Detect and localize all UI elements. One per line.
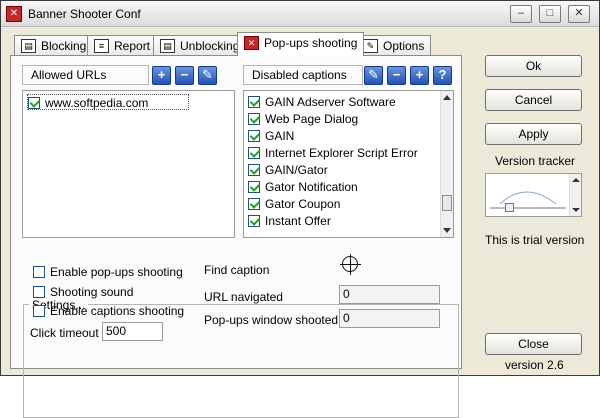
enable-popups-label: Enable pop-ups shooting — [50, 265, 183, 279]
shooting-sound-checkbox[interactable] — [33, 286, 45, 298]
list-item[interactable]: Web Page Dialog — [248, 111, 358, 127]
tab-report[interactable]: ≡ Report — [87, 35, 158, 56]
report-icon: ≡ — [94, 39, 109, 53]
list-item-label: Gator Notification — [265, 180, 358, 194]
list-item[interactable]: www.softpedia.com — [27, 94, 190, 110]
tab-options[interactable]: ✎ Options — [356, 35, 432, 56]
click-timeout-label: Click timeout — [30, 326, 99, 340]
enable-captions-label: Enable captions shooting — [50, 304, 185, 318]
list-item-checkbox[interactable] — [28, 97, 40, 109]
scroll-up-icon[interactable] — [572, 178, 580, 182]
window-title: Banner Shooter Conf — [28, 7, 141, 21]
list-item-checkbox[interactable] — [248, 215, 260, 227]
tracker-slider-thumb[interactable] — [505, 203, 514, 212]
list-item-checkbox[interactable] — [248, 198, 260, 210]
scroll-thumb[interactable] — [442, 195, 452, 211]
shooting-sound-label: Shooting sound — [50, 285, 134, 299]
disabled-captions-title: Disabled captions — [243, 65, 363, 85]
close-window-button[interactable]: ✕ — [568, 5, 590, 23]
list-item-checkbox[interactable] — [248, 147, 260, 159]
blocking-icon: ▤ — [21, 39, 36, 53]
remove-caption-button[interactable]: − — [387, 66, 406, 85]
title-bar: ✕ Banner Shooter Conf – □ ✕ — [1, 1, 599, 27]
add-caption-button[interactable]: + — [410, 66, 429, 85]
maximize-button[interactable]: □ — [539, 5, 561, 23]
version-text: version 2.6 — [505, 358, 564, 372]
list-item-checkbox[interactable] — [248, 113, 260, 125]
scroll-up-icon[interactable] — [443, 95, 451, 100]
options-icon: ✎ — [363, 39, 378, 53]
captions-scrollbar[interactable] — [440, 91, 453, 237]
list-item-label: GAIN/Gator — [265, 163, 328, 177]
popups-shot-label: Pop-ups window shooted — [204, 313, 339, 327]
allowed-urls-list[interactable]: www.softpedia.com — [22, 90, 235, 238]
tracker-scrollbar[interactable] — [569, 174, 581, 216]
list-item[interactable]: Instant Offer — [248, 213, 331, 229]
list-item-label: Gator Coupon — [265, 197, 341, 211]
list-item-label: Instant Offer — [265, 214, 331, 228]
trial-text: This is trial version — [485, 233, 585, 247]
help-button[interactable]: ? — [433, 66, 452, 85]
apply-button[interactable]: Apply — [485, 123, 582, 145]
popups-shot-field: 0 — [339, 309, 440, 328]
find-caption-label: Find caption — [204, 263, 270, 277]
crosshair-icon[interactable] — [340, 254, 361, 275]
shooting-sound-option[interactable]: Shooting sound — [33, 285, 133, 299]
tab-label: Report — [114, 39, 151, 53]
unblocking-icon: ▤ — [160, 39, 175, 53]
enable-captions-option[interactable]: Enable captions shooting — [33, 304, 184, 318]
list-item-label: GAIN — [265, 129, 295, 143]
list-item-checkbox[interactable] — [248, 164, 260, 176]
tab-panel: Allowed URLs + − ✎ www.softpedia.com Dis… — [10, 55, 462, 418]
remove-url-button[interactable]: − — [175, 66, 194, 85]
list-item[interactable]: Gator Notification — [248, 179, 358, 195]
version-tracker-label: Version tracker — [495, 154, 576, 168]
tab-label: Options — [383, 39, 425, 53]
list-item-label: www.softpedia.com — [45, 96, 149, 110]
list-item-label: Internet Explorer Script Error — [265, 146, 418, 160]
minimize-button[interactable]: – — [510, 5, 532, 23]
app-icon: ✕ — [6, 6, 22, 22]
url-navigated-field: 0 — [339, 285, 440, 304]
tab-label: Blocking — [41, 39, 87, 53]
list-item-checkbox[interactable] — [248, 96, 260, 108]
enable-popups-checkbox[interactable] — [33, 266, 45, 278]
list-item[interactable]: GAIN/Gator — [248, 162, 328, 178]
list-item[interactable]: GAIN Adserver Software — [248, 94, 396, 110]
close-button[interactable]: Close — [485, 333, 582, 355]
click-timeout-input[interactable]: 500 — [102, 322, 163, 341]
cancel-button[interactable]: Cancel — [485, 89, 582, 111]
ok-button[interactable]: Ok — [485, 55, 582, 77]
list-item[interactable]: Gator Coupon — [248, 196, 340, 212]
scroll-down-icon[interactable] — [572, 208, 580, 212]
list-item[interactable]: Internet Explorer Script Error — [248, 145, 418, 161]
add-url-button[interactable]: + — [152, 66, 171, 85]
enable-captions-checkbox[interactable] — [33, 305, 45, 317]
list-item-checkbox[interactable] — [248, 130, 260, 142]
allowed-urls-title: Allowed URLs — [22, 65, 149, 85]
tab-popups-shooting[interactable]: ✕ Pop-ups shooting — [237, 32, 365, 56]
scroll-down-icon[interactable] — [443, 228, 451, 233]
enable-popups-option[interactable]: Enable pop-ups shooting — [33, 265, 183, 279]
popups-icon: ✕ — [244, 36, 259, 50]
url-navigated-label: URL navigated — [204, 290, 283, 304]
list-item-checkbox[interactable] — [248, 181, 260, 193]
edit-caption-button[interactable]: ✎ — [364, 66, 383, 85]
list-item-label: GAIN Adserver Software — [265, 95, 396, 109]
list-item[interactable]: GAIN — [248, 128, 294, 144]
tab-label: Unblocking — [180, 39, 240, 53]
tab-blocking[interactable]: ▤ Blocking — [14, 35, 94, 56]
app-window: ✕ Banner Shooter Conf – □ ✕ ▤ Blocking ≡… — [0, 0, 600, 418]
list-item-label: Web Page Dialog — [265, 112, 359, 126]
version-tracker-box[interactable] — [485, 173, 582, 217]
disabled-captions-list[interactable]: GAIN Adserver Software Web Page Dialog G… — [243, 90, 454, 238]
tab-unblocking[interactable]: ▤ Unblocking — [153, 35, 247, 56]
edit-url-button[interactable]: ✎ — [198, 66, 217, 85]
tab-label: Pop-ups shooting — [264, 36, 358, 50]
